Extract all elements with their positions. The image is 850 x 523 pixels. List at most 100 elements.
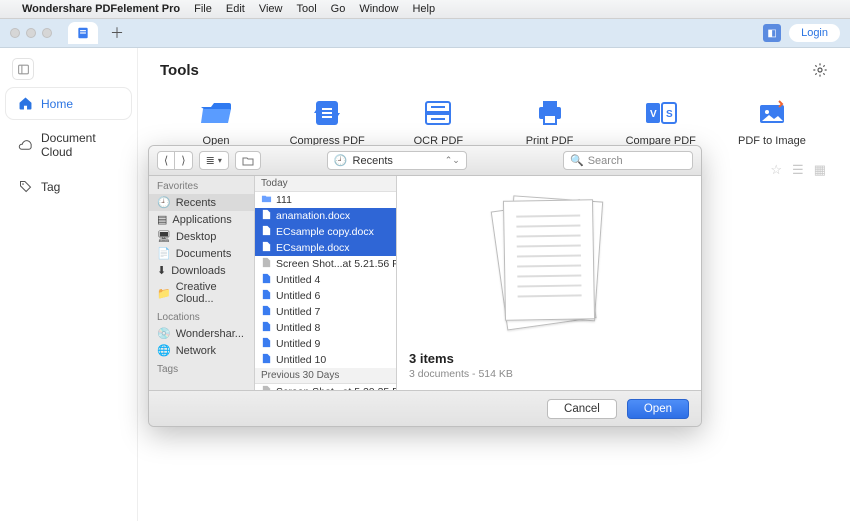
section-header: Previous 30 Days [255,368,396,384]
file-name: anamation.docx [276,210,350,222]
star-icon[interactable]: ☆ [770,162,782,178]
file-icon [261,241,272,255]
group-label: Tags [149,359,254,377]
folder-open-icon [199,99,233,127]
sidebar-item-cloud[interactable]: Document Cloud [6,123,131,167]
location-popup[interactable]: 🕘Recents ⌃⌄ [327,151,467,170]
sidebar-item-home[interactable]: Home [6,88,131,119]
item-label: Wondershar... [176,328,244,340]
sidebar-item-tag[interactable]: Tag [6,171,131,202]
tool-compare[interactable]: VS Compare PDF [613,99,709,147]
home-icon [18,96,33,111]
menu-window[interactable]: Window [359,3,398,15]
file-row[interactable]: 111 [255,192,396,208]
tool-to-image[interactable]: PDF to Image [724,99,820,147]
sidebar-wondershare[interactable]: 💿Wondershar... [149,325,254,342]
file-row[interactable]: Untitled 10 [255,352,396,368]
folder-icon: 📁 [157,287,171,300]
file-row[interactable]: Untitled 6 [255,288,396,304]
group-button[interactable] [235,151,261,170]
file-row[interactable]: ECsample copy.docx [255,224,396,240]
file-row[interactable]: Screen Shot...at 5.21.56 PM [255,256,396,272]
account-icon[interactable]: ◧ [763,24,781,42]
preview-title: 3 items [409,351,689,366]
settings-button[interactable] [812,62,828,83]
home-tab[interactable] [68,22,98,44]
preview-pane: 3 items 3 documents - 514 KB [397,176,701,390]
compare-icon: VS [644,99,678,127]
file-icon [261,337,272,351]
file-row[interactable]: anamation.docx [255,208,396,224]
group-label: Locations [149,307,254,325]
app-name[interactable]: Wondershare PDFelement Pro [22,3,180,15]
file-row[interactable]: Untitled 8 [255,320,396,336]
sidebar-network[interactable]: 🌐 Network [149,342,254,359]
file-list: Today 111 anamation.docx ECsample copy.doc… [255,176,397,390]
sidebar-toggle[interactable] [12,58,34,80]
app-sidebar: Home Document Cloud Tag [0,48,138,521]
view-mode-button[interactable]: ≣ ▾ [199,151,229,170]
menu-edit[interactable]: Edit [226,3,245,15]
svg-text:S: S [666,109,673,120]
print-icon [533,99,567,127]
item-label: Desktop [176,231,216,243]
forward-button[interactable]: ⟩ [175,151,192,170]
menu-go[interactable]: Go [331,3,346,15]
login-button[interactable]: Login [789,24,840,42]
sidebar-applications[interactable]: ▤ Applications [149,211,254,228]
tool-ocr[interactable]: OCR PDF [390,99,486,147]
file-icon [261,289,272,303]
item-label: Documents [176,248,232,260]
clock-icon: 🕘 [157,196,171,209]
globe-icon: 🌐 [157,344,171,357]
clock-icon: 🕘 [334,154,348,167]
dialog-toolbar: ⟨ ⟩ ≣ ▾ 🕘Recents ⌃⌄ 🔍 Search [149,146,701,176]
file-name: Untitled 9 [276,338,320,350]
file-row[interactable]: Untitled 9 [255,336,396,352]
tool-row: Open Compress PDF OCR PDF Print PDF VS C… [160,99,828,147]
list-icon[interactable]: ☰ [792,162,804,178]
back-button[interactable]: ⟨ [157,151,175,170]
open-button[interactable]: Open [627,399,689,419]
file-name: Untitled 8 [276,322,320,334]
gear-icon [812,62,828,78]
dialog-footer: Cancel Open [149,390,701,426]
search-icon: 🔍 [570,154,584,167]
new-tab-button[interactable]: ＋ [106,22,128,44]
item-label: Network [176,345,216,357]
cancel-button[interactable]: Cancel [547,399,617,419]
file-row[interactable]: Untitled 4 [255,272,396,288]
file-row[interactable]: Untitled 7 [255,304,396,320]
menu-file[interactable]: File [194,3,212,15]
sidebar-item-label: Tag [41,180,60,194]
sidebar-desktop[interactable]: 🖥Desktop [149,228,254,245]
window-controls[interactable] [10,28,52,38]
search-input[interactable]: 🔍 Search [563,151,693,170]
menu-view[interactable]: View [259,3,283,15]
compress-icon [310,99,344,127]
dialog-sidebar: Favorites 🕘Recents ▤Applications 🖥Deskto… [149,176,255,390]
file-name: 111 [276,194,292,206]
tool-open[interactable]: Open [168,99,264,147]
tool-compress[interactable]: Compress PDF [279,99,375,147]
sidebar-recents[interactable]: 🕘Recents [149,194,254,211]
app-icon: ▤ [157,213,167,226]
file-icon [261,225,272,239]
file-icon [261,305,272,319]
file-icon [261,193,272,207]
item-label: Applications [172,214,231,226]
file-icon [261,257,272,271]
sidebar-documents[interactable]: 📄Documents [149,245,254,262]
document-stack-icon [504,200,594,320]
menu-help[interactable]: Help [412,3,435,15]
nav-back-forward[interactable]: ⟨ ⟩ [157,151,193,170]
location-label: Recents [353,155,393,167]
sidebar-creativecloud[interactable]: 📁Creative Cloud... [149,279,254,307]
section-header: Today [255,176,396,192]
menu-tool[interactable]: Tool [296,3,316,15]
file-row[interactable]: ECsample.docx [255,240,396,256]
grid-icon[interactable]: ▦ [814,162,826,178]
sidebar-downloads[interactable]: ⬇Downloads [149,262,254,279]
tool-print[interactable]: Print PDF [502,99,598,147]
view-switcher[interactable]: ☆ ☰ ▦ [770,162,826,178]
